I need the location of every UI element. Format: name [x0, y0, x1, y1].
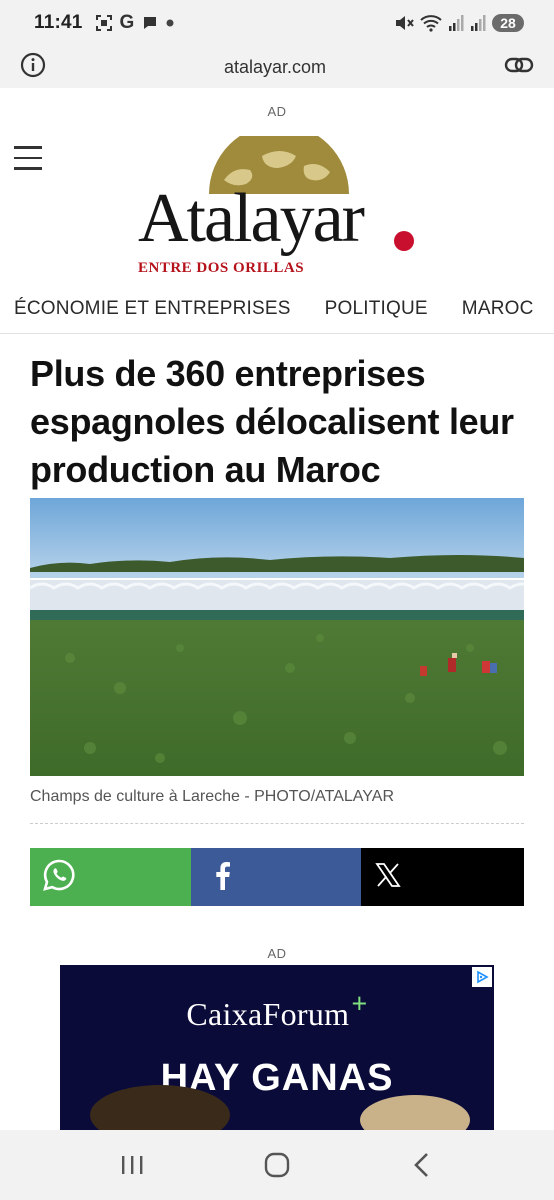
x-icon: [375, 862, 402, 893]
caption-divider: [30, 823, 524, 824]
chat-bubble-icon: [141, 14, 159, 32]
ad-banner[interactable]: CaixaForum+ HAY GANAS: [60, 965, 494, 1130]
share-x-button[interactable]: [361, 848, 525, 906]
share-bar: [30, 848, 525, 906]
hamburger-menu-icon[interactable]: [14, 146, 42, 176]
nav-item-maroc[interactable]: MAROC: [448, 298, 548, 320]
logo-wordmark: Atalayar: [138, 180, 365, 257]
screenshot-icon: [95, 14, 113, 32]
nav-item-economie[interactable]: ÉCONOMIE ET ENTREPRISES: [0, 298, 305, 320]
nav-item-politique[interactable]: POLITIQUE: [311, 298, 442, 320]
logo-dot: [394, 231, 414, 251]
ad-label-bottom: AD: [267, 946, 287, 961]
google-g-icon: G: [119, 12, 135, 33]
system-nav-bar: [0, 1130, 554, 1200]
page-content: AD Atalayar ENTRE DOS ORILLAS ÉCONOMIE E…: [0, 88, 554, 1130]
share-whatsapp-button[interactable]: [30, 848, 191, 906]
article-photo[interactable]: [30, 498, 524, 776]
section-nav: ÉCONOMIE ET ENTREPRISES POLITIQUE MAROC: [0, 284, 554, 334]
dot-icon: [166, 19, 174, 27]
ad-brand-plus: +: [351, 989, 368, 1020]
ad-brand: CaixaForum+: [60, 989, 494, 1033]
ad-image-right: [360, 1095, 470, 1130]
back-icon[interactable]: [392, 1140, 452, 1190]
signal-icon-2: [470, 14, 486, 32]
status-bar: 11:41 G 28: [0, 0, 554, 46]
recents-icon[interactable]: [102, 1140, 162, 1190]
logo-tagline: ENTRE DOS ORILLAS: [138, 260, 305, 276]
site-logo[interactable]: Atalayar ENTRE DOS ORILLAS: [138, 136, 418, 278]
photo-caption: Champs de culture à Lareche - PHOTO/ATAL…: [30, 788, 394, 805]
signal-icon: [448, 14, 464, 32]
status-time: 11:41: [34, 12, 83, 33]
home-icon[interactable]: [247, 1140, 307, 1190]
link-icon[interactable]: [504, 55, 534, 80]
article-headline: Plus de 360 entreprises espagnoles déloc…: [30, 353, 514, 490]
whatsapp-icon: [42, 858, 76, 897]
mute-icon: [394, 14, 414, 32]
battery-icon: 28: [492, 14, 524, 32]
browser-url-bar[interactable]: atalayar.com: [0, 46, 554, 88]
ad-label: AD: [267, 104, 287, 119]
adchoices-icon[interactable]: [472, 967, 492, 987]
facebook-icon: [213, 860, 231, 895]
status-right-icons: 28: [394, 14, 524, 32]
share-facebook-button[interactable]: [190, 848, 362, 906]
status-left-icons: G: [95, 12, 175, 34]
info-icon[interactable]: [20, 52, 46, 83]
ad-brand-text: CaixaForum: [186, 996, 350, 1032]
wifi-icon: [420, 14, 442, 32]
url-text[interactable]: atalayar.com: [224, 57, 326, 78]
